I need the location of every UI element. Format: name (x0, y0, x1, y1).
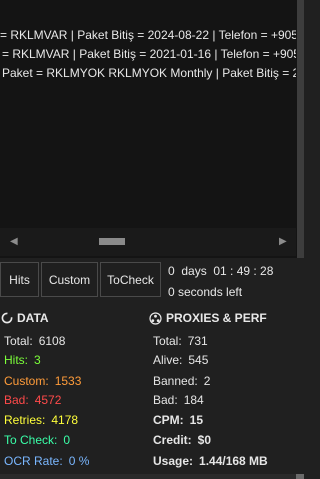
proxies-bad: Bad: 184 (153, 393, 204, 407)
elapsed-time: 0 days 01 : 49 : 28 (168, 264, 274, 278)
data-retries-value: 4178 (51, 413, 79, 427)
perf-cpm-value: 15 (189, 413, 204, 427)
log-line: = RKLMVAR | Paket Bitiş = 2024-08-22 | T… (0, 28, 296, 42)
data-to-check-value: 0 (63, 433, 71, 447)
perf-credit-value: $0 (197, 433, 212, 447)
network-circle-icon (149, 311, 162, 325)
proxies-alive-value: 545 (188, 353, 209, 367)
proxies-alive-label: Alive: (153, 353, 183, 367)
data-hits-value: 3 (34, 353, 41, 367)
data-ocr-rate: OCR Rate: 0 % (4, 454, 89, 468)
data-custom-value: 1533 (54, 374, 82, 388)
proxies-bad-value: 184 (183, 393, 204, 407)
data-total-value: 6108 (38, 334, 66, 348)
window-bottom-border (0, 474, 304, 479)
log-lines: = RKLMVAR | Paket Bitiş = 2024-08-22 | T… (0, 26, 296, 83)
data-to-check: To Check: 0 (4, 433, 70, 447)
timer: 0 days 01 : 49 : 28 0 seconds left (168, 262, 273, 301)
data-total-label: Total: (4, 334, 33, 348)
proxies-banned-value: 2 (203, 374, 211, 388)
data-custom: Custom: 1533 (4, 374, 81, 388)
data-section-title: DATA (1, 311, 49, 325)
data-title: DATA (17, 311, 49, 325)
data-total: Total: 6108 (4, 334, 65, 348)
remaining-time: 0 seconds left (168, 285, 243, 299)
tocheck-button[interactable]: ToCheck (100, 262, 161, 297)
perf-cpm-label: CPM: (153, 413, 184, 427)
log-output-panel[interactable]: = RKLMVAR | Paket Bitiş = 2024-08-22 | T… (0, 0, 304, 258)
proxies-bad-label: Bad: (153, 393, 178, 407)
vertical-scrollbar[interactable] (297, 0, 304, 258)
data-bad-value: 4572 (34, 393, 62, 407)
data-bad: Bad: 4572 (4, 393, 61, 407)
scrollbar-thumb[interactable] (99, 238, 125, 245)
data-to-check-label: To Check: (4, 433, 58, 447)
perf-usage-label: Usage: (153, 454, 194, 468)
perf-credit: Credit: $0 (153, 433, 211, 447)
chevron-right-icon[interactable]: ▶ (279, 236, 287, 247)
perf-usage-value: 1.44/168 MB (199, 454, 268, 468)
log-line: Paket = RKLMYOK RKLMYOK Monthly | Paket … (2, 66, 296, 80)
perf-credit-label: Credit: (153, 433, 192, 447)
custom-button[interactable]: Custom (41, 262, 98, 297)
data-hits: Hits: 3 (4, 353, 41, 367)
data-ocr-rate-label: OCR Rate: (4, 454, 63, 468)
refresh-circle-icon (1, 312, 13, 324)
proxies-banned-label: Banned: (153, 374, 198, 388)
data-ocr-rate-value: 0 % (68, 454, 90, 468)
log-line: = RKLMVAR | Paket Bitiş = 2021-01-16 | T… (2, 47, 296, 61)
data-retries-label: Retries: (4, 413, 46, 427)
hits-button[interactable]: Hits (0, 262, 39, 297)
data-retries: Retries: 4178 (4, 413, 78, 427)
data-bad-label: Bad: (4, 393, 29, 407)
proxies-total-value: 731 (187, 334, 208, 348)
proxies-alive: Alive: 545 (153, 353, 208, 367)
data-custom-label: Custom: (4, 374, 49, 388)
chevron-left-icon[interactable]: ◀ (10, 236, 18, 247)
proxies-banned: Banned: 2 (153, 374, 210, 388)
perf-cpm: CPM: 15 (153, 413, 203, 427)
data-hits-label: Hits: (4, 353, 28, 367)
horizontal-scrollbar[interactable]: ◀ ▶ (0, 228, 296, 256)
resize-grip[interactable] (296, 474, 304, 479)
proxies-total: Total: 731 (153, 334, 208, 348)
perf-usage: Usage: 1.44/168 MB (153, 454, 268, 468)
proxies-section-title: PROXIES & PERF (149, 311, 267, 325)
proxies-title: PROXIES & PERF (166, 311, 267, 325)
proxies-total-label: Total: (153, 334, 182, 348)
